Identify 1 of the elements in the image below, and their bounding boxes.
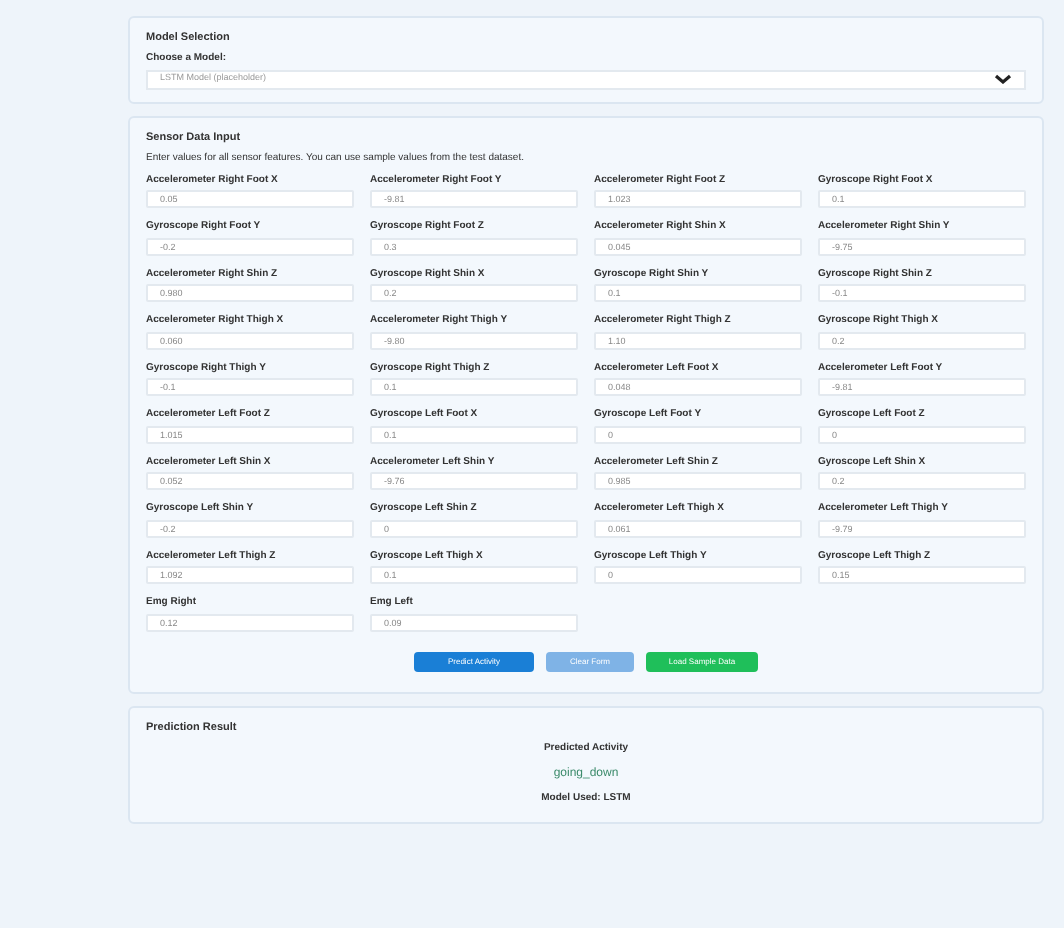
chevron-down-icon [994,74,1012,85]
